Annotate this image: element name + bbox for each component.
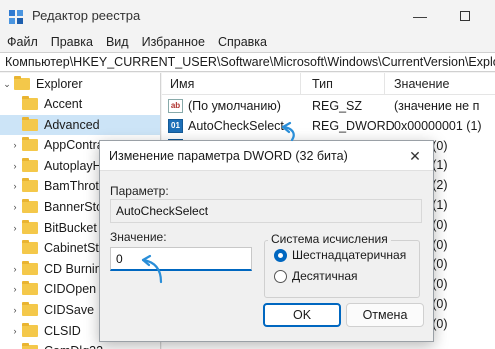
chevron-down-icon[interactable]: ⌄: [0, 79, 14, 90]
tree-item-label: Advanced: [44, 117, 100, 132]
column-divider[interactable]: [300, 73, 301, 95]
chevron-right-icon[interactable]: ›: [8, 161, 22, 171]
minimize-icon: —: [413, 8, 427, 24]
value-data: 0x00000001 (1): [394, 118, 482, 133]
chevron-right-icon[interactable]: ›: [8, 264, 22, 274]
string-value-icon: ab: [168, 99, 183, 113]
value-label: Значение:: [110, 230, 167, 244]
tree-item[interactable]: ›ComDlg32: [0, 341, 160, 349]
maximize-icon: [460, 11, 470, 21]
column-divider[interactable]: [384, 73, 385, 95]
hexadecimal-radio[interactable]: Шестнадцатеричная: [274, 248, 406, 262]
menu-file[interactable]: Файл: [0, 32, 44, 52]
title-bar: Редактор реестра —: [0, 0, 495, 32]
radio-checked-icon: [274, 248, 287, 262]
address-bar[interactable]: Компьютер\HKEY_CURRENT_USER\Software\Mic…: [0, 52, 495, 72]
column-header-type[interactable]: Тип: [312, 77, 333, 91]
value-type: REG_SZ: [312, 99, 363, 113]
folder-icon: [22, 322, 38, 337]
param-name-label: Параметр:: [110, 184, 169, 198]
folder-icon: [22, 137, 38, 152]
edit-dword-dialog: Изменение параметра DWORD (32 бита) ✕ Па…: [99, 140, 434, 342]
menu-favorites[interactable]: Избранное: [135, 32, 211, 52]
column-header-value[interactable]: Значение: [394, 77, 449, 91]
chevron-right-icon[interactable]: ›: [8, 284, 22, 294]
param-name-field: AutoCheckSelect: [110, 199, 422, 223]
dword-value-icon: 01: [168, 118, 183, 133]
registry-editor-window: Редактор реестра — Файл Правка Вид Избра…: [0, 0, 495, 349]
chevron-right-icon[interactable]: ›: [8, 326, 22, 336]
chevron-right-icon[interactable]: ›: [8, 305, 22, 315]
folder-icon: [22, 199, 38, 213]
folder-icon: [22, 96, 38, 110]
tree-item-label: Explorer: [36, 77, 83, 91]
decimal-radio[interactable]: Десятичная: [274, 269, 358, 283]
menu-bar: Файл Правка Вид Избранное Справка: [0, 32, 495, 52]
chevron-right-icon[interactable]: ›: [8, 181, 22, 191]
tree-item-label: BitBucket: [44, 220, 97, 235]
maximize-button[interactable]: [445, 4, 485, 28]
tree-item-label: CLSID: [44, 323, 81, 338]
window-title: Редактор реестра: [32, 8, 141, 23]
folder-icon: [22, 240, 38, 255]
menu-view[interactable]: Вид: [99, 32, 135, 52]
folder-icon: [22, 178, 38, 193]
folder-icon: [22, 343, 38, 349]
ok-button[interactable]: OK: [263, 303, 341, 327]
folder-icon: [22, 219, 38, 234]
value-name: (По умолчанию): [188, 99, 281, 113]
close-icon[interactable]: ✕: [405, 146, 425, 166]
value-row[interactable]: ab (По умолчанию) REG_SZ (значение не п: [162, 97, 495, 116]
dialog-title-bar: Изменение параметра DWORD (32 бита) ✕: [100, 141, 433, 171]
menu-edit[interactable]: Правка: [44, 32, 99, 52]
folder-icon: [22, 281, 38, 296]
value-row[interactable]: 01 AutoCheckSelect REG_DWORD 0x00000001 (1): [162, 117, 495, 136]
folder-icon: [22, 260, 38, 275]
tree-item-label: ComDlg32: [44, 344, 103, 349]
radio-unchecked-icon: [274, 269, 287, 283]
tree-item[interactable]: Advanced: [0, 114, 160, 135]
number-base-title: Система исчисления: [268, 232, 391, 246]
value-data-field[interactable]: 0: [110, 247, 252, 271]
tree-item-explorer[interactable]: ⌄ Explorer: [0, 74, 160, 94]
menu-help[interactable]: Справка: [211, 32, 273, 52]
column-header-name[interactable]: Имя: [170, 77, 194, 91]
hexadecimal-label: Шестнадцатеричная: [292, 248, 407, 262]
value-data: (значение не п: [394, 99, 480, 113]
tree-item-label: Accent: [44, 97, 83, 111]
tree-item-label: CIDSave: [44, 303, 95, 317]
chevron-right-icon[interactable]: ›: [8, 140, 22, 150]
decimal-label: Десятичная: [292, 269, 358, 283]
registry-editor-icon: [9, 10, 23, 24]
value-type: REG_DWORD: [312, 118, 395, 133]
folder-icon: [22, 116, 38, 131]
folder-icon: [14, 76, 30, 90]
list-header: Имя Тип Значение: [162, 73, 495, 95]
dialog-title: Изменение параметра DWORD (32 бита): [109, 149, 348, 163]
folder-icon: [22, 157, 38, 172]
cancel-button[interactable]: Отмена: [346, 303, 424, 327]
tree-item[interactable]: Accent: [0, 94, 160, 114]
value-name: AutoCheckSelect: [188, 118, 284, 133]
tree-item-label: CIDOpen: [44, 282, 97, 297]
minimize-button[interactable]: —: [400, 4, 440, 28]
chevron-right-icon[interactable]: ›: [8, 223, 22, 233]
folder-icon: [22, 302, 38, 316]
chevron-right-icon[interactable]: ›: [8, 202, 22, 212]
